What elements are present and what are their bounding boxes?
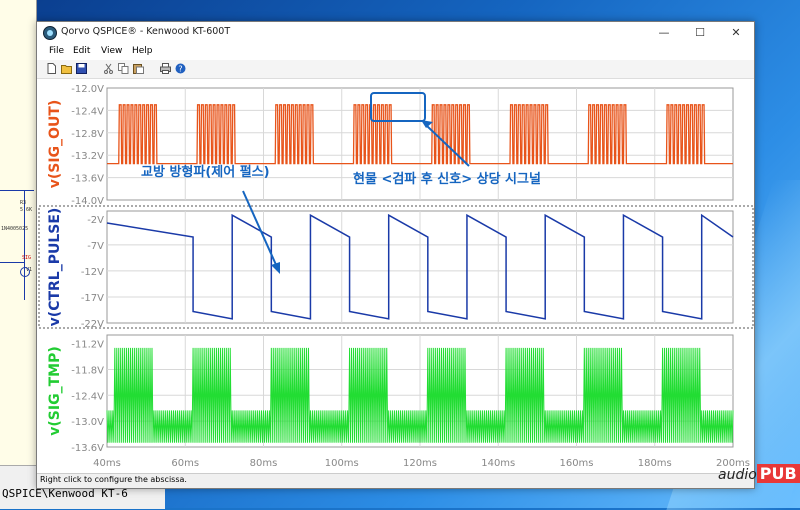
y-tick-label: -11.2V — [71, 340, 104, 351]
schematic-wire — [0, 262, 25, 263]
schematic-label: 1N4005025 — [1, 226, 29, 232]
x-tick-label: 160ms — [559, 458, 593, 469]
y-tick-label: -12V — [81, 267, 104, 278]
y-tick-label: -12.8V — [71, 129, 104, 140]
x-tick-label: 40ms — [93, 458, 121, 469]
waveform-viewer-window[interactable]: Qorvo QSPICE® - Kenwood KT-600T — ☐ ✕ Fi… — [36, 21, 755, 489]
cut-icon[interactable] — [103, 63, 114, 74]
waveform-plots[interactable]: -12.0V -12.4V -12.8V -13.2V -13.6V -14.0V -2V -… — [37, 79, 754, 474]
y-tick-label: -13.6V — [71, 174, 104, 185]
menu-file[interactable]: File — [49, 46, 64, 56]
voltage-source-icon — [20, 267, 30, 277]
y-tick-label: -12.0V — [71, 84, 104, 95]
svg-text:?: ? — [178, 64, 182, 73]
close-button[interactable]: ✕ — [718, 22, 754, 44]
y-tick-label: -12.4V — [71, 391, 104, 402]
y-axis-title-sig-tmp[interactable]: v(SIG_TMP) — [47, 346, 63, 435]
y-tick-label: -14.0V — [71, 196, 104, 207]
y-tick-label: -22V — [81, 319, 104, 330]
y-tick-label: -13.0V — [71, 417, 104, 428]
window-title: Qorvo QSPICE® - Kenwood KT-600T — [61, 26, 231, 37]
schematic-label: R3 — [20, 200, 27, 206]
schematic-wire — [0, 190, 34, 191]
y-tick-label: -17V — [81, 293, 104, 304]
x-tick-label: 60ms — [171, 458, 199, 469]
copy-icon[interactable] — [118, 63, 129, 74]
menu-help[interactable]: Help — [132, 46, 153, 56]
minimize-button[interactable]: — — [646, 22, 682, 44]
audiopub-watermark: audio PUB — [718, 464, 800, 483]
maximize-button[interactable]: ☐ — [682, 22, 718, 44]
status-bar: Right click to configure the abscissa. — [37, 473, 754, 488]
annotation-top: 현물 <검파 후 신호> 상당 시그널 — [353, 171, 541, 187]
watermark-prefix: audio — [718, 467, 757, 483]
new-icon[interactable] — [46, 63, 57, 74]
y-tick-label: -7V — [87, 241, 104, 252]
y-tick-label: -12.4V — [71, 106, 104, 117]
x-tick-label: 140ms — [481, 458, 515, 469]
status-text: Right click to configure the abscissa. — [40, 475, 187, 484]
annotation-middle: 교방 방형파(제어 펄스) — [141, 164, 270, 180]
schematic-label: 5.6K — [20, 207, 33, 213]
help-icon[interactable]: ? — [175, 63, 186, 74]
save-icon[interactable] — [76, 63, 87, 74]
menu-view[interactable]: View — [101, 46, 122, 56]
toolbar: ? — [37, 60, 754, 79]
open-icon[interactable] — [61, 63, 72, 74]
paste-icon[interactable] — [133, 63, 144, 74]
x-tick-label: 100ms — [325, 458, 359, 469]
y-tick-label: -13.2V — [71, 151, 104, 162]
plot-area[interactable]: -12.0V -12.4V -12.8V -13.2V -13.6V -14.0V -2V -… — [37, 79, 754, 474]
watermark-brand: PUB — [756, 464, 800, 483]
y-tick-label: -2V — [87, 215, 104, 226]
qspice-app-icon — [43, 26, 57, 40]
x-tick-label: 120ms — [403, 458, 437, 469]
print-icon[interactable] — [160, 63, 171, 74]
title-bar[interactable]: Qorvo QSPICE® - Kenwood KT-600T — ☐ ✕ — [37, 22, 754, 44]
x-tick-label: 80ms — [250, 458, 278, 469]
y-tick-label: -11.8V — [71, 365, 104, 376]
y-axis-title-ctrl-pulse[interactable]: v(CTRL_PULSE) — [47, 208, 63, 327]
y-tick-label: -13.6V — [71, 443, 104, 454]
background-schematic-window[interactable]: R3 5.6K 1N4005025 V1 SIG — [0, 0, 37, 465]
x-tick-label: 180ms — [638, 458, 672, 469]
y-axis-title-sig-out[interactable]: v(SIG_OUT) — [47, 100, 63, 189]
menu-bar: File Edit View Help — [37, 44, 754, 60]
schematic-label: SIG — [22, 255, 32, 261]
menu-edit[interactable]: Edit — [73, 46, 90, 56]
